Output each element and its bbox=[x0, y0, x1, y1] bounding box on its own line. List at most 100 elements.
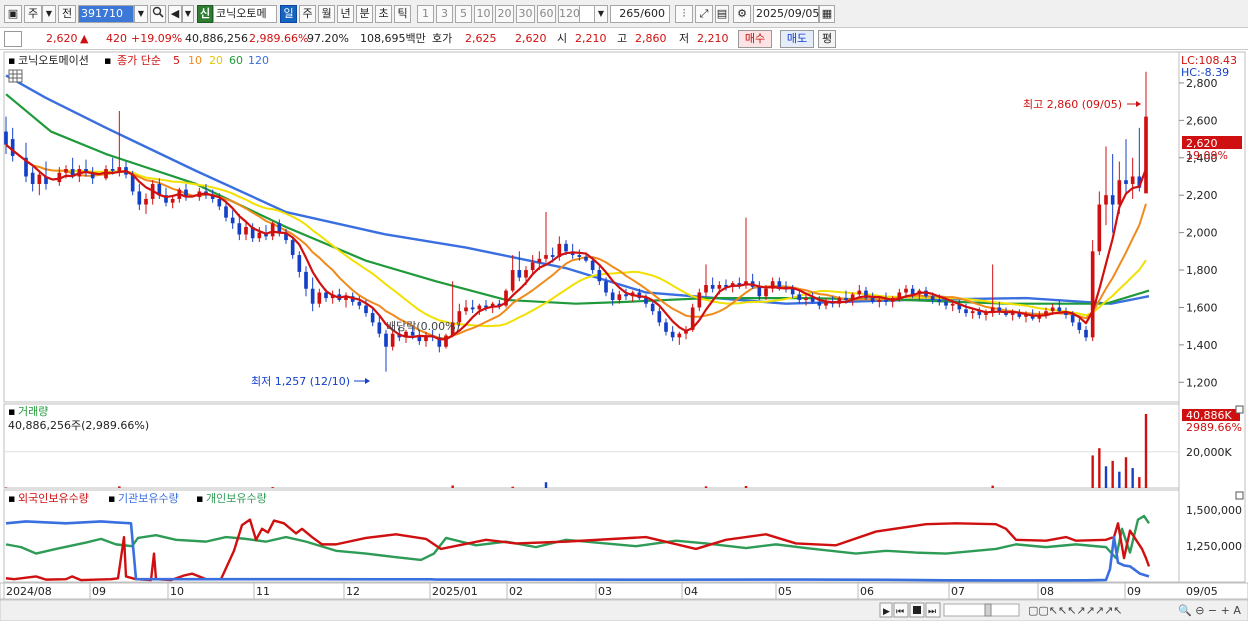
volume-bar[interactable] bbox=[1104, 466, 1108, 488]
candle[interactable] bbox=[644, 298, 648, 304]
candle[interactable] bbox=[110, 169, 115, 171]
volume-title[interactable]: 거래량 bbox=[18, 405, 48, 418]
candle[interactable] bbox=[117, 167, 122, 171]
candle[interactable] bbox=[664, 322, 668, 332]
legend-ma20[interactable]: 20 bbox=[209, 54, 223, 67]
candle[interactable] bbox=[604, 281, 608, 293]
period-tab-4[interactable]: 분 bbox=[356, 5, 373, 23]
candle[interactable] bbox=[304, 271, 308, 289]
interval-button-5[interactable]: 5 bbox=[455, 5, 472, 23]
code-dropdown-icon[interactable]: ▼ bbox=[134, 5, 148, 23]
volume-bar[interactable] bbox=[118, 486, 121, 488]
candle[interactable] bbox=[470, 307, 475, 310]
candle[interactable] bbox=[930, 296, 935, 300]
stock-code-input[interactable]: 391710 bbox=[78, 5, 134, 23]
interval-button-3[interactable]: 3 bbox=[436, 5, 453, 23]
holdings-panel[interactable] bbox=[3, 489, 1180, 583]
candle[interactable] bbox=[1130, 176, 1135, 184]
volume-bar[interactable] bbox=[1131, 468, 1134, 488]
interval-button-1[interactable]: 1 bbox=[417, 5, 434, 23]
period-tab-1[interactable]: 주 bbox=[299, 5, 316, 23]
chart-type-icon[interactable]: ⫶ bbox=[675, 5, 693, 23]
candle[interactable] bbox=[677, 333, 682, 338]
candle[interactable] bbox=[277, 223, 282, 233]
candle[interactable] bbox=[524, 270, 528, 278]
table-icon[interactable] bbox=[8, 69, 23, 83]
period-tab-2[interactable]: 월 bbox=[318, 5, 335, 23]
candle[interactable] bbox=[1077, 322, 1082, 330]
volume-bar[interactable] bbox=[1111, 460, 1114, 488]
candle[interactable] bbox=[1144, 116, 1148, 194]
candle[interactable] bbox=[257, 232, 262, 239]
volume-bar[interactable] bbox=[1091, 455, 1094, 488]
stock-name-field[interactable]: 코닉오토메 bbox=[213, 5, 277, 23]
candle[interactable] bbox=[464, 307, 468, 312]
candle[interactable] bbox=[530, 262, 535, 271]
candle[interactable] bbox=[937, 299, 942, 302]
candle[interactable] bbox=[617, 294, 622, 300]
candle[interactable] bbox=[510, 270, 515, 291]
legend-individual[interactable]: 개인보유수량 bbox=[206, 492, 267, 505]
candle[interactable] bbox=[1050, 307, 1055, 312]
candle[interactable] bbox=[550, 255, 555, 257]
legend-institution[interactable]: 기관보유수량 bbox=[118, 492, 179, 505]
candle[interactable] bbox=[290, 240, 295, 256]
stock-chart[interactable]: 2,8002,6002,4002,2002,0001,8001,6001,400… bbox=[0, 50, 1248, 621]
candle[interactable] bbox=[384, 333, 388, 347]
period-tab-5[interactable]: 초 bbox=[375, 5, 392, 23]
period-tab-6[interactable]: 틱 bbox=[394, 5, 411, 23]
candle[interactable] bbox=[844, 298, 848, 300]
candle[interactable] bbox=[230, 217, 235, 224]
legend-ma120[interactable]: 120 bbox=[248, 54, 269, 67]
calendar-icon[interactable]: ▦ bbox=[819, 5, 835, 23]
candle[interactable] bbox=[1010, 313, 1015, 315]
period-tab-0[interactable]: 일 bbox=[280, 5, 297, 23]
candle[interactable] bbox=[370, 313, 375, 323]
volume-bar[interactable] bbox=[271, 487, 274, 488]
zoom-slider[interactable] bbox=[943, 603, 1020, 617]
candle[interactable] bbox=[704, 285, 708, 293]
period-main-select[interactable]: 주 bbox=[24, 5, 42, 23]
candle[interactable] bbox=[817, 301, 822, 306]
candle[interactable] bbox=[804, 298, 808, 300]
candle[interactable] bbox=[1057, 307, 1062, 312]
candle[interactable] bbox=[970, 311, 975, 314]
candle[interactable] bbox=[710, 285, 715, 289]
candle[interactable] bbox=[10, 139, 15, 156]
sell-button[interactable]: 매도 bbox=[780, 30, 814, 48]
candle[interactable] bbox=[364, 305, 368, 314]
candle[interactable] bbox=[764, 288, 768, 297]
candle[interactable] bbox=[144, 198, 148, 205]
interval-button-120[interactable]: 120 bbox=[558, 5, 580, 23]
chevron-down-icon[interactable]: ▼ bbox=[42, 5, 56, 23]
legend-ma5[interactable]: 5 bbox=[173, 54, 180, 67]
legend-stock-name[interactable]: 코닉오토메이션 bbox=[18, 54, 89, 67]
candle[interactable] bbox=[597, 270, 602, 282]
candle[interactable] bbox=[270, 223, 275, 237]
candle[interactable] bbox=[244, 227, 248, 235]
candle[interactable] bbox=[237, 223, 242, 235]
period-prev-button[interactable]: 전 bbox=[58, 5, 76, 23]
candle[interactable] bbox=[64, 169, 68, 173]
legend-ma60[interactable]: 60 bbox=[229, 54, 243, 67]
candle[interactable] bbox=[797, 294, 802, 300]
candle[interactable] bbox=[4, 131, 8, 145]
candle[interactable] bbox=[657, 311, 662, 323]
price-panel[interactable] bbox=[3, 51, 1180, 403]
chart-settings-icon[interactable]: ▣ bbox=[4, 5, 22, 23]
volume-bar[interactable] bbox=[451, 485, 454, 488]
bar-count-field[interactable]: 265/600 bbox=[610, 5, 670, 23]
candle[interactable] bbox=[30, 172, 35, 184]
candle[interactable] bbox=[1070, 314, 1075, 323]
candle[interactable] bbox=[297, 255, 302, 272]
candle[interactable] bbox=[857, 290, 862, 295]
tool-icon[interactable]: ⤢ bbox=[695, 5, 713, 23]
gear-icon[interactable]: ⚙ bbox=[733, 5, 751, 23]
candle[interactable] bbox=[964, 309, 968, 314]
candle[interactable] bbox=[870, 298, 875, 302]
candle[interactable] bbox=[317, 292, 322, 304]
zoom-icons[interactable]: 🔍 ⊖ − + A bbox=[1178, 603, 1241, 617]
candle[interactable] bbox=[217, 198, 222, 207]
candle[interactable] bbox=[670, 331, 675, 338]
volume-bar[interactable] bbox=[544, 482, 548, 488]
